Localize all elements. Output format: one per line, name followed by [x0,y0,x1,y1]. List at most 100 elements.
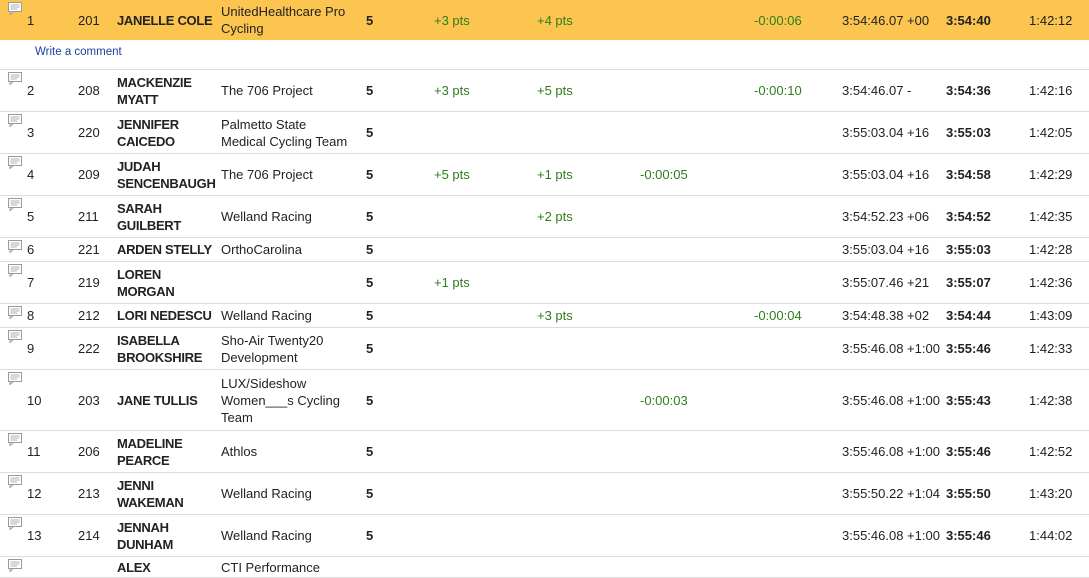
rider-name-line: JENNIFER [117,116,179,132]
table-row: 1 201 JANELLE COLE UnitedHealthcare Pro Cycl… [0,0,1089,40]
team-name-line: Medical Cycling Team [221,133,348,149]
table-row: 11 206 MADELINE PEARCE Athlos 5 3:55:46.08 +1:… [0,431,1089,473]
gap-cell: 1:42:12 [1029,12,1073,28]
comment-icon[interactable] [8,72,23,85]
laps-cell: 5 [366,528,374,543]
team-name: The 706 Project [221,154,313,195]
laps-cell: 5 [366,242,374,257]
team-name-line: The 706 Project [221,83,313,98]
laps-cell: 5 [366,308,374,323]
table-row: 12 213 JENNI WAKEMAN Welland Racing 5 3:55:50.… [0,473,1089,515]
place-cell: 3 [27,125,35,140]
laps-cell: 5 [366,341,374,356]
team-name-line: LUX/Sideshow [221,375,307,391]
team-name: LUX/Sideshow Women___s Cycling Team [221,370,340,430]
comment-icon[interactable] [8,433,23,446]
gap-cell: 1:42:29 [1029,167,1073,182]
team-name-line: Athlos [221,444,258,459]
points-1: +1 pts [434,275,470,290]
laps-cell: 5 [366,125,374,140]
gap-cell: 1:43:20 [1029,486,1073,501]
rider-name-line: JUDAH [117,158,161,174]
bonus-2: -0:00:06 [754,12,802,28]
time-cell: 3:55:03.04 +16 [842,242,930,257]
rider-name: MACKENZIE MYATT [117,70,192,111]
team-name-line: Sho-Air Twenty20 [221,332,324,348]
rider-name: SARAH GUILBERT [117,196,181,237]
time-cell: 3:54:46.07 +00 [842,12,930,28]
time-cell: 3:54:52.23 +06 [842,209,930,224]
comment-icon[interactable] [8,114,23,127]
comment-icon[interactable] [8,2,23,15]
comment-icon[interactable] [8,372,23,385]
laps-cell: 5 [366,486,374,501]
team-name-line: Welland Racing [221,209,312,224]
rider-name: JENNI WAKEMAN [117,473,184,514]
rider-name-line: JENNAH [117,519,169,535]
team-name-line: Palmetto State [221,116,307,132]
team-name-line: Welland Racing [221,486,312,501]
team-name: UnitedHealthcare Pro Cycling [221,0,345,40]
table-row: 9 222 ISABELLA BROOKSHIRE Sho-Air Twenty20 De… [0,328,1089,370]
write-comment-link[interactable]: Write a comment [35,46,122,58]
final-time: 3:55:46 [946,444,991,459]
rider-name: LOREN MORGAN [117,262,175,303]
rider-name-line: MORGAN [117,283,175,299]
time-cell: 3:55:07.46 +21 [842,275,930,290]
time-cell: 3:55:46.08 +1:00 [842,392,940,408]
comment-row: Write a comment [0,40,1089,70]
rider-name-line: GUILBERT [117,217,182,233]
time-cell: 3:55:46.08 +1:00 [842,444,940,459]
comment-icon[interactable] [8,156,23,169]
comment-icon[interactable] [8,330,23,343]
final-time: 3:55:07 [946,275,991,290]
points-2: +1 pts [537,167,573,182]
comment-icon[interactable] [8,306,23,319]
gap-cell: 1:42:52 [1029,444,1073,459]
comment-icon[interactable] [8,559,23,572]
bib-cell: 220 [78,125,100,140]
place-cell: 12 [27,486,42,501]
place-cell: 1 [27,12,35,28]
gap-cell: 1:42:35 [1029,209,1073,224]
comment-icon[interactable] [8,240,23,253]
team-name-line: Development [221,349,298,365]
bib-cell: 212 [78,308,100,323]
gap-cell: 1:43:09 [1029,308,1073,323]
final-time: 3:54:58 [946,167,991,182]
final-time: 3:55:03 [946,125,991,140]
rider-name: JENNAH DUNHAM [117,515,173,556]
time-cell: 3:54:48.38 +02 [842,308,930,323]
rider-name: LORI NEDESCU [117,304,212,327]
team-name: Welland Racing [221,473,312,514]
points-1: +3 pts [434,83,470,98]
points-2: +4 pts [537,12,573,28]
table-row: 6 221 ARDEN STELLY OrthoCarolina 5 3:55:03.04… [0,238,1089,262]
comment-icon[interactable] [8,475,23,488]
final-time: 3:55:43 [946,392,991,408]
points-1: +5 pts [434,167,470,182]
laps-cell: 5 [366,83,374,98]
comment-icon[interactable] [8,517,23,530]
table-row: 5 211 SARAH GUILBERT Welland Racing 5 +2 pts 3:… [0,196,1089,238]
rider-name-line: MACKENZIE [117,74,192,90]
comment-icon[interactable] [8,198,23,211]
comment-icon[interactable] [8,264,23,277]
rider-name-line: DUNHAM [117,536,173,552]
table-row: 3 220 JENNIFER CAICEDO Palmetto State Medical… [0,112,1089,154]
team-name: Palmetto State Medical Cycling Team [221,112,347,153]
gap-cell: 1:42:33 [1029,341,1073,356]
points-2: +3 pts [537,308,573,323]
table-row: 8 212 LORI NEDESCU Welland Racing 5 +3 pts -0:… [0,304,1089,328]
bib-cell: 221 [78,242,100,257]
rider-name-line: LORI NEDESCU [117,308,212,323]
rider-name-line: CAICEDO [117,133,175,149]
rider-name-line: JENNI [117,477,154,493]
rider-name: JENNIFER CAICEDO [117,112,179,153]
team-name-line: The 706 Project [221,167,313,182]
results-table: 1 201 JANELLE COLE UnitedHealthcare Pro Cycl… [0,0,1089,578]
table-row: 7 219 LOREN MORGAN 5 +1 pts 3:55:07.46 +21 3:55… [0,262,1089,304]
bonus-2: -0:00:10 [754,83,802,98]
gap-cell: 1:44:02 [1029,528,1073,543]
place-cell: 4 [27,167,35,182]
